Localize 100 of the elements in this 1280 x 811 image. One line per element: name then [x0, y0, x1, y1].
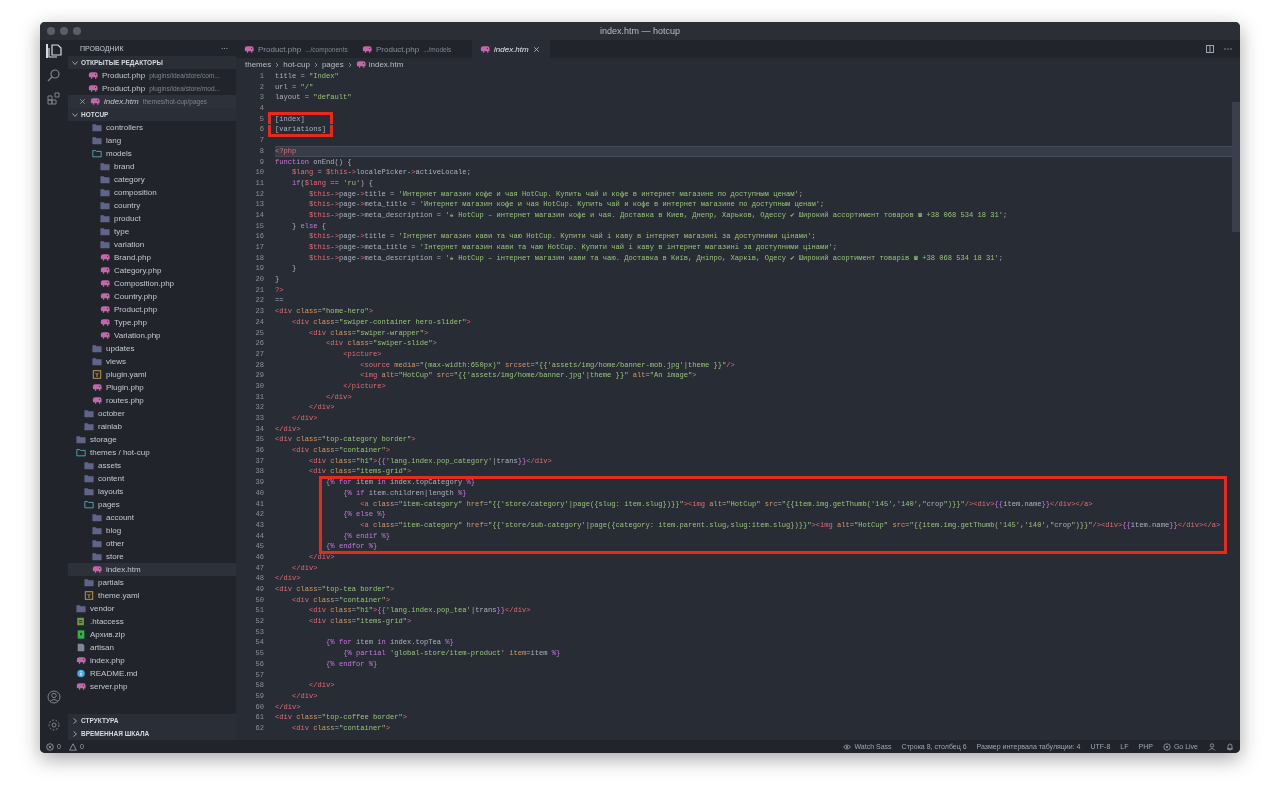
- breadcrumb-item[interactable]: index.htm: [368, 60, 404, 69]
- folder-item[interactable]: lang: [68, 134, 236, 147]
- file-item[interactable]: Country.php: [68, 290, 236, 303]
- folder-item[interactable]: pages: [68, 498, 236, 511]
- file-item[interactable]: Архив.zip: [68, 628, 236, 641]
- split-editor-icon[interactable]: [1206, 45, 1214, 53]
- chevron-down-icon[interactable]: [71, 110, 79, 119]
- file-item[interactable]: Brand.php: [68, 251, 236, 264]
- file-item[interactable]: artisan: [68, 641, 236, 654]
- file-item[interactable]: Composition.php: [68, 277, 236, 290]
- folder-item[interactable]: store: [68, 550, 236, 563]
- file-item[interactable]: routes.php: [68, 394, 236, 407]
- file-item[interactable]: index.htm: [68, 563, 236, 576]
- close-window-button[interactable]: [47, 27, 55, 35]
- breadcrumb-item[interactable]: hot-cup: [283, 60, 310, 69]
- elephant-icon: [100, 279, 110, 288]
- folder-item[interactable]: vendor: [68, 602, 236, 615]
- elephant-icon: [90, 97, 100, 106]
- folder-item[interactable]: models: [68, 147, 236, 160]
- folder-item[interactable]: composition: [68, 186, 236, 199]
- file-name: Product.php: [102, 71, 146, 80]
- folder-item[interactable]: product: [68, 212, 236, 225]
- file-item[interactable]: server.php: [68, 680, 236, 693]
- breadcrumb-item[interactable]: pages: [321, 60, 344, 69]
- elephant-icon: [88, 71, 98, 80]
- file-item[interactable]: .htaccess: [68, 615, 236, 628]
- file-item[interactable]: Type.php: [68, 316, 236, 329]
- folder-item[interactable]: variation: [68, 238, 236, 251]
- breadcrumb-item[interactable]: themes: [245, 60, 272, 69]
- file-item[interactable]: Category.php: [68, 264, 236, 277]
- open-folder-icon: [84, 500, 94, 509]
- account-icon[interactable]: [47, 690, 61, 704]
- elephant-icon: [100, 305, 110, 314]
- elephant-icon: [244, 44, 254, 54]
- tab-label: Product.php: [376, 44, 420, 54]
- warning-icon[interactable]: [68, 742, 77, 751]
- broadcast-icon: [1162, 742, 1171, 751]
- settings-icon[interactable]: [47, 718, 61, 732]
- file-name: Product.php: [102, 84, 146, 93]
- close-icon[interactable]: [79, 98, 86, 105]
- file-item[interactable]: index.php: [68, 654, 236, 667]
- elephant-icon: [362, 44, 372, 54]
- file-item[interactable]: README.md: [68, 667, 236, 680]
- file-item[interactable]: theme.yaml: [68, 589, 236, 602]
- folder-item[interactable]: rainlab: [68, 420, 236, 433]
- elephant-icon: [100, 266, 110, 275]
- info-icon: [76, 669, 86, 678]
- elephant-icon: [76, 682, 86, 691]
- folder-item[interactable]: partials: [68, 576, 236, 589]
- folder-item[interactable]: themes / hot-cup: [68, 446, 236, 459]
- folder-item[interactable]: blog: [68, 524, 236, 537]
- scrollbar[interactable]: [1232, 102, 1240, 232]
- folder-icon: [84, 578, 94, 587]
- file-item[interactable]: Variation.php: [68, 329, 236, 342]
- person-icon[interactable]: [1208, 742, 1216, 751]
- chevron-right-icon: [274, 61, 281, 68]
- folder-item[interactable]: controllers: [68, 121, 236, 134]
- close-icon[interactable]: [532, 45, 540, 53]
- elephant-icon: [355, 60, 366, 69]
- elephant-icon: [92, 565, 102, 574]
- more-icon[interactable]: [1224, 45, 1232, 53]
- file-item[interactable]: plugin.yaml: [68, 368, 236, 381]
- folder-item[interactable]: layouts: [68, 485, 236, 498]
- open-folder-icon: [76, 448, 86, 457]
- elephant-icon: [76, 656, 86, 665]
- editor-tab[interactable]: index.htm: [472, 40, 550, 58]
- bell-icon[interactable]: [1226, 742, 1234, 751]
- yaml-file-icon: [84, 591, 94, 600]
- folder-item[interactable]: storage: [68, 433, 236, 446]
- elephant-icon: [92, 383, 102, 392]
- elephant-icon: [88, 84, 98, 93]
- tab-label: index.htm: [494, 44, 529, 54]
- folder-item[interactable]: country: [68, 199, 236, 212]
- folder-item[interactable]: views: [68, 355, 236, 368]
- file-item[interactable]: Plugin.php: [68, 381, 236, 394]
- folder-item[interactable]: brand: [68, 160, 236, 173]
- folder-item[interactable]: assets: [68, 459, 236, 472]
- search-icon[interactable]: [47, 68, 61, 82]
- error-icon[interactable]: [46, 742, 54, 751]
- open-folder-icon: [92, 149, 102, 158]
- extensions-icon[interactable]: [47, 92, 61, 106]
- eye-icon: [843, 742, 852, 751]
- minimize-window-button[interactable]: [60, 27, 68, 35]
- elephant-icon: [480, 44, 490, 54]
- tab-label: Product.php: [258, 44, 302, 54]
- folder-item[interactable]: content: [68, 472, 236, 485]
- files-icon[interactable]: [46, 44, 62, 58]
- file-item[interactable]: Product.php: [68, 303, 236, 316]
- folder-item[interactable]: account: [68, 511, 236, 524]
- maximize-window-button[interactable]: [73, 27, 81, 35]
- zip-file-icon: [76, 630, 86, 639]
- yaml-file-icon: [92, 370, 102, 379]
- folder-item[interactable]: category: [68, 173, 236, 186]
- folder-item[interactable]: october: [68, 407, 236, 420]
- folder-item[interactable]: updates: [68, 342, 236, 355]
- folder-icon: [76, 604, 86, 613]
- file-name: index.htm: [104, 97, 139, 106]
- chevron-down-icon[interactable]: [71, 58, 79, 67]
- folder-item[interactable]: type: [68, 225, 236, 238]
- folder-item[interactable]: other: [68, 537, 236, 550]
